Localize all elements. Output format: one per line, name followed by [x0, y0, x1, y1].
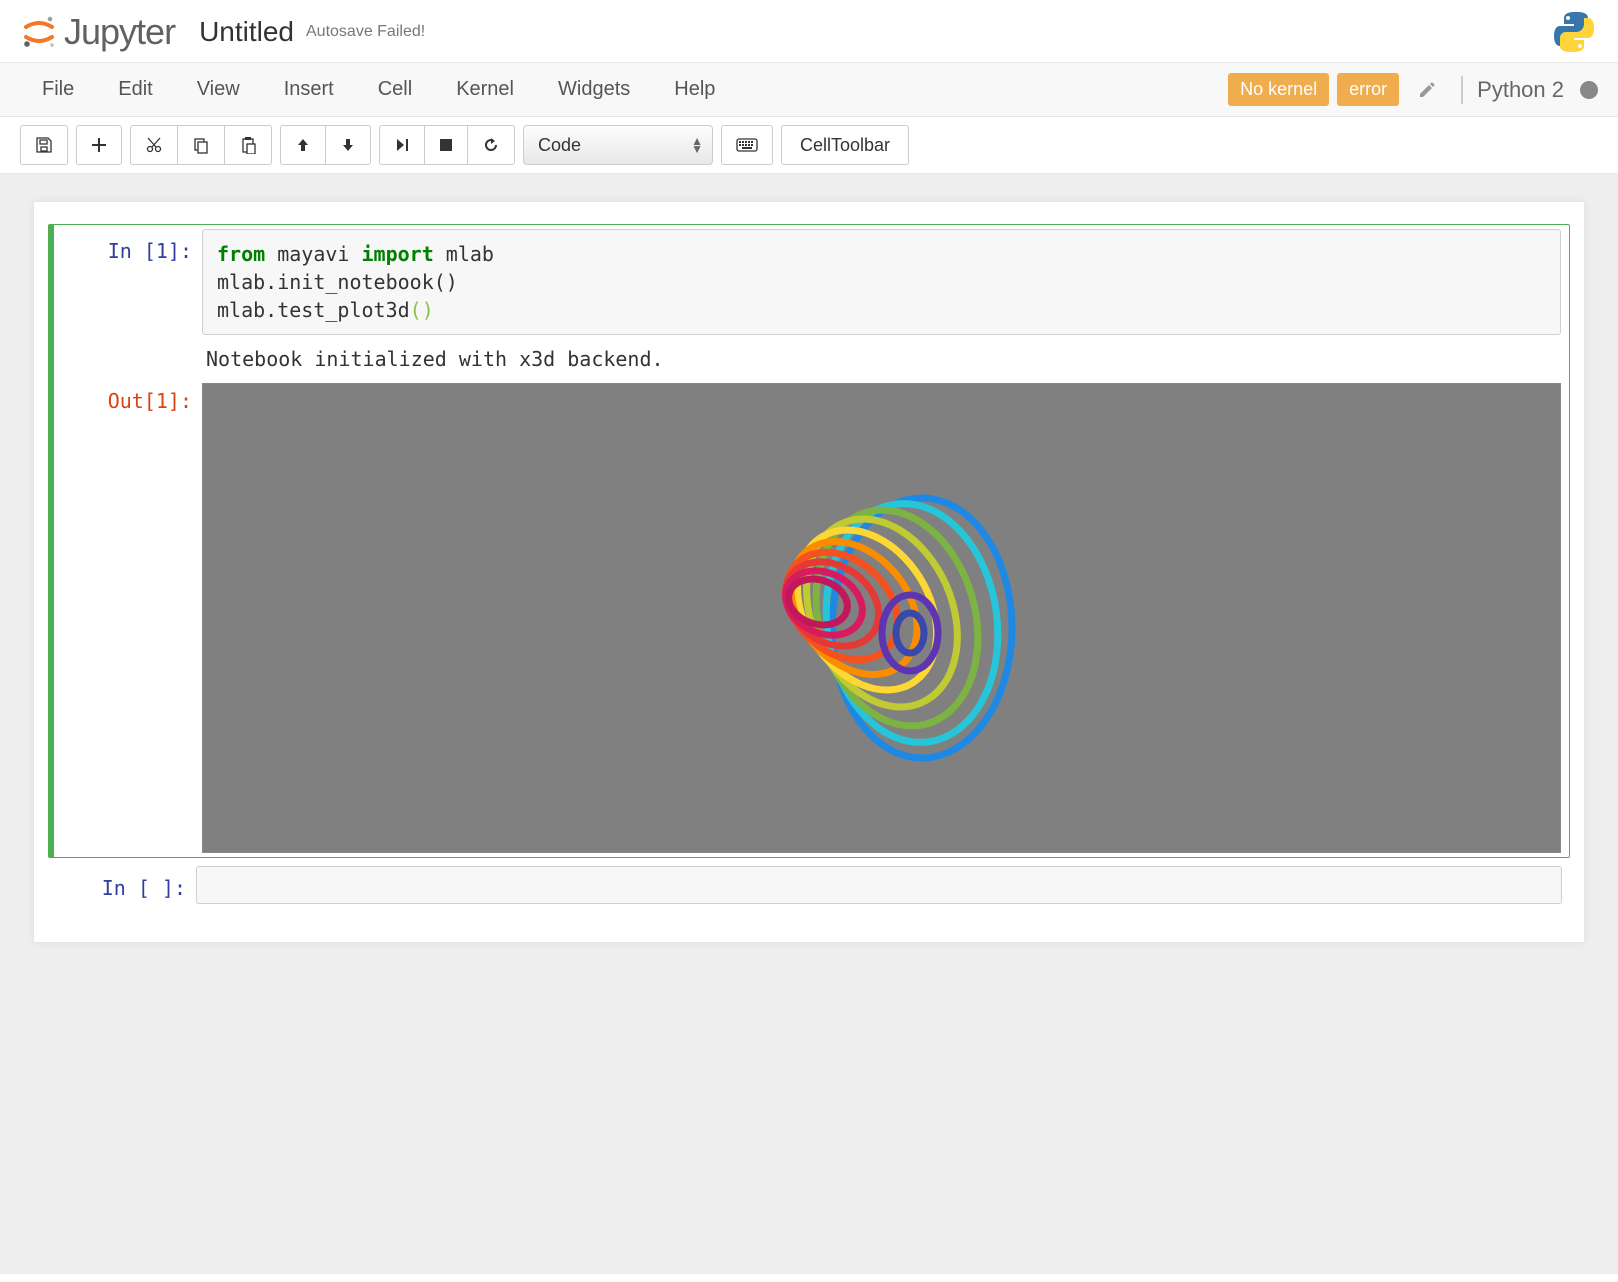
- output-prompt: Out[1]:: [62, 379, 202, 853]
- cell-type-select[interactable]: Code: [523, 125, 713, 165]
- kernel-indicator-icon: [1580, 81, 1598, 99]
- run-button[interactable]: [379, 125, 425, 165]
- run-icon: [394, 137, 410, 153]
- menu-widgets[interactable]: Widgets: [536, 64, 652, 115]
- menu-items: File Edit View Insert Cell Kernel Widget…: [20, 64, 737, 115]
- menu-edit[interactable]: Edit: [96, 64, 174, 115]
- no-kernel-badge: No kernel: [1228, 73, 1329, 106]
- kernel-name[interactable]: Python 2: [1477, 77, 1564, 103]
- cell-toolbar-button[interactable]: CellToolbar: [781, 125, 909, 165]
- code-input[interactable]: from mayavi import mlab mlab.init_notebo…: [202, 229, 1561, 335]
- input-prompt: In [1]:: [62, 229, 202, 335]
- menu-help[interactable]: Help: [652, 64, 737, 115]
- stop-icon: [439, 138, 453, 152]
- restart-icon: [482, 136, 500, 154]
- menu-cell[interactable]: Cell: [356, 64, 434, 115]
- output-stdout: Notebook initialized with x3d backend.: [202, 335, 1561, 379]
- autosave-status: Autosave Failed!: [306, 23, 425, 41]
- copy-icon: [192, 136, 210, 154]
- save-icon: [35, 136, 53, 154]
- plot3d-output[interactable]: [202, 383, 1561, 853]
- menu-kernel[interactable]: Kernel: [434, 64, 536, 115]
- save-button[interactable]: [20, 125, 68, 165]
- code-cell[interactable]: In [ ]:: [48, 862, 1570, 908]
- arrow-down-icon: [340, 137, 356, 153]
- menu-file[interactable]: File: [20, 64, 96, 115]
- prompt-spacer: [62, 335, 202, 379]
- toolbar: Code ▲▼ CellToolbar: [0, 117, 1618, 174]
- menubar-right: No kernel error Python 2: [1228, 73, 1598, 106]
- logo-text: Jupyter: [64, 11, 175, 53]
- keyboard-icon: [736, 138, 758, 152]
- cell-type-select-wrap: Code ▲▼: [523, 125, 713, 165]
- edit-icon[interactable]: [1407, 80, 1447, 100]
- input-prompt: In [ ]:: [56, 866, 196, 904]
- interrupt-button[interactable]: [424, 125, 468, 165]
- divider: [1461, 76, 1463, 104]
- paste-button[interactable]: [224, 125, 272, 165]
- menu-insert[interactable]: Insert: [262, 64, 356, 115]
- restart-button[interactable]: [467, 125, 515, 165]
- error-badge: error: [1337, 73, 1399, 106]
- jupyter-logo-icon: [20, 13, 58, 51]
- python-logo-icon: [1550, 8, 1598, 56]
- move-down-button[interactable]: [325, 125, 371, 165]
- code-cell[interactable]: In [1]: from mayavi import mlab mlab.ini…: [48, 224, 1570, 858]
- arrow-up-icon: [295, 137, 311, 153]
- menubar: File Edit View Insert Cell Kernel Widget…: [0, 63, 1618, 117]
- menu-view[interactable]: View: [175, 64, 262, 115]
- notebook-area: In [1]: from mayavi import mlab mlab.ini…: [0, 174, 1618, 1274]
- copy-button[interactable]: [177, 125, 225, 165]
- command-palette-button[interactable]: [721, 125, 773, 165]
- notebook-header: Jupyter Untitled Autosave Failed!: [0, 0, 1618, 63]
- cut-button[interactable]: [130, 125, 178, 165]
- plus-icon: [91, 137, 107, 153]
- code-input[interactable]: [196, 866, 1562, 904]
- notebook-name[interactable]: Untitled: [199, 16, 294, 48]
- plot3d-visualization-icon: [682, 438, 1082, 798]
- jupyter-logo[interactable]: Jupyter: [20, 11, 175, 53]
- move-up-button[interactable]: [280, 125, 326, 165]
- paste-icon: [239, 136, 257, 154]
- cut-icon: [145, 136, 163, 154]
- insert-cell-button[interactable]: [76, 125, 122, 165]
- notebook-container: In [1]: from mayavi import mlab mlab.ini…: [34, 202, 1584, 942]
